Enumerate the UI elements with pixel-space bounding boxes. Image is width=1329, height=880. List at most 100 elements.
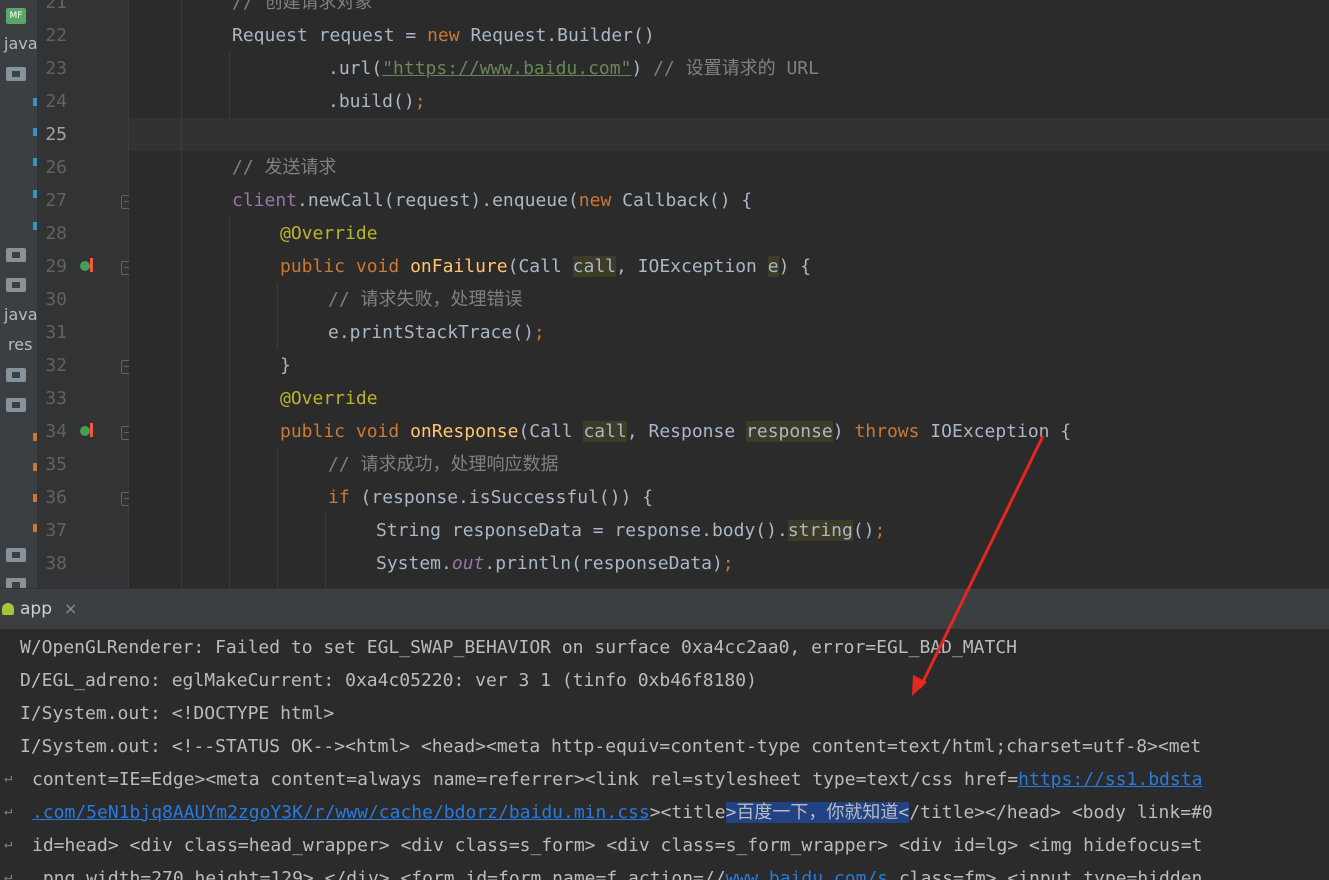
code-token: Request — [232, 25, 308, 46]
code-token: .println(responseData) — [484, 553, 723, 574]
code-param-highlight: e — [767, 256, 779, 277]
console-line: content=IE=Edge><meta content=always nam… — [32, 763, 1202, 796]
line-number: 33 — [45, 388, 67, 409]
code-token: IOException { — [919, 421, 1072, 442]
code-token: (Call — [507, 256, 573, 277]
code-token: () — [852, 520, 875, 541]
console-text: /title></head> <body link=#0 — [909, 802, 1213, 823]
code-annotation: @Override — [280, 223, 378, 244]
line-number: 32 — [45, 355, 67, 376]
line-number: 27 — [45, 190, 67, 211]
code-line-33: @Override — [280, 382, 378, 415]
code-comment: // 请求成功，处理响应数据 — [328, 454, 559, 475]
code-line-36: if (response.isSuccessful()) { — [328, 481, 653, 514]
code-field: client — [232, 190, 298, 211]
code-comment: // 创建请求对象 — [232, 0, 373, 13]
code-token: , Response — [626, 421, 747, 442]
code-line-34: public void onResponse(Call call, Respon… — [280, 415, 1071, 448]
indent-guide — [277, 283, 278, 349]
code-editor[interactable]: // 创建请求对象 Request request = new Request.… — [129, 0, 1329, 588]
line-number: 31 — [45, 322, 67, 343]
code-line-27: client.newCall(request).enqueue(new Call… — [232, 184, 752, 217]
code-param-highlight: call — [583, 421, 627, 442]
tab-app[interactable]: app — [20, 599, 52, 619]
folder-icon[interactable] — [6, 578, 26, 588]
folder-icon[interactable] — [6, 67, 26, 81]
indent-guide — [229, 52, 230, 118]
folder-icon[interactable] — [6, 368, 26, 382]
soft-wrap-icon: ↵ — [4, 869, 13, 880]
code-token: = — [405, 25, 417, 46]
indent-guide — [277, 448, 278, 588]
folder-icon[interactable] — [6, 278, 26, 292]
code-keyword: public void — [280, 421, 400, 442]
close-icon[interactable]: × — [64, 599, 77, 618]
code-token: (response.isSuccessful()) { — [349, 487, 654, 508]
folder-icon[interactable] — [6, 548, 26, 562]
code-line-38: System.out.println(responseData); — [376, 547, 734, 580]
console-line: .png width=270 height=129> </div> <form … — [32, 862, 1202, 880]
line-number: 21 — [45, 0, 67, 13]
console-output[interactable]: W/OpenGLRenderer: Failed to set EGL_SWAP… — [0, 629, 1329, 880]
code-keyword: throws — [854, 421, 920, 442]
code-token: request — [318, 25, 395, 46]
override-arrow-icon — [90, 258, 93, 272]
override-method-icon[interactable] — [80, 261, 90, 271]
line-number: 26 — [45, 157, 67, 178]
console-line: D/EGL_adreno: eglMakeCurrent: 0xa4c05220… — [20, 670, 757, 691]
override-method-icon[interactable] — [80, 426, 90, 436]
project-sidebar[interactable]: MF java java res — [0, 0, 37, 588]
console-text: .png width=270 height=129> </div> <form … — [32, 868, 726, 880]
folder-icon[interactable] — [6, 248, 26, 262]
sidebar-item-java[interactable]: java — [4, 34, 37, 56]
code-param-highlight: call — [572, 256, 616, 277]
code-keyword: public void — [280, 256, 400, 277]
selected-title-text[interactable]: >百度一下，你就知道< — [725, 802, 910, 823]
indent-guide — [325, 514, 326, 588]
code-annotation: @Override — [280, 388, 378, 409]
override-arrow-icon — [90, 423, 93, 437]
code-keyword: new — [578, 190, 612, 211]
code-token: e.printStackTrace() — [328, 322, 534, 343]
current-line-highlight — [129, 118, 1329, 151]
console-link[interactable]: .com/5eN1bjq8AAUYm2zgoY3K/r/www/cache/bd… — [32, 802, 650, 823]
line-number: 38 — [45, 553, 67, 574]
console-text: class=fm> <input type=hidden — [888, 868, 1203, 880]
code-token: .url( — [328, 58, 383, 79]
code-line-30: // 请求失败，处理错误 — [328, 283, 523, 316]
indent-guide — [181, 0, 182, 588]
console-link[interactable]: www.baidu.com/s — [726, 868, 889, 880]
sidebar-item-java[interactable]: java — [4, 305, 37, 327]
code-line-21: // 创建请求对象 — [232, 0, 373, 19]
folder-icon[interactable] — [6, 398, 26, 412]
soft-wrap-icon: ↵ — [4, 803, 13, 819]
code-semicolon: ; — [874, 520, 886, 541]
code-string-url[interactable]: "https://www.baidu.com" — [382, 58, 631, 79]
code-line-24: .build(); — [328, 85, 426, 118]
line-number: 34 — [45, 421, 67, 442]
code-token: , IOException — [616, 256, 768, 277]
sidebar-item-res[interactable]: res — [8, 335, 32, 357]
run-panel-header: app × — [0, 588, 1329, 629]
code-method-name: onFailure — [410, 256, 508, 277]
code-token: System. — [376, 553, 452, 574]
code-static-field: out — [451, 553, 485, 574]
code-comment: // 发送请求 — [232, 157, 337, 178]
soft-wrap-icon: ↵ — [4, 770, 13, 786]
indent-guide — [229, 217, 230, 588]
code-semicolon: ; — [414, 91, 426, 112]
manifest-file-icon[interactable]: MF — [6, 8, 26, 24]
console-link[interactable]: https://ss1.bdsta — [1018, 769, 1202, 790]
code-method-name: onResponse — [410, 421, 519, 442]
code-token: Callback() { — [622, 190, 753, 211]
code-token: .build() — [328, 91, 415, 112]
code-semicolon: ; — [533, 322, 545, 343]
code-token: ) — [832, 421, 855, 442]
code-line-28: @Override — [280, 217, 378, 250]
code-line-31: e.printStackTrace(); — [328, 316, 545, 349]
line-number: 35 — [45, 454, 67, 475]
console-line: W/OpenGLRenderer: Failed to set EGL_SWAP… — [20, 637, 1017, 658]
line-number: 24 — [45, 91, 67, 112]
code-line-29: public void onFailure(Call call, IOExcep… — [280, 250, 811, 283]
console-line: I/System.out: <!DOCTYPE html> — [20, 703, 335, 724]
